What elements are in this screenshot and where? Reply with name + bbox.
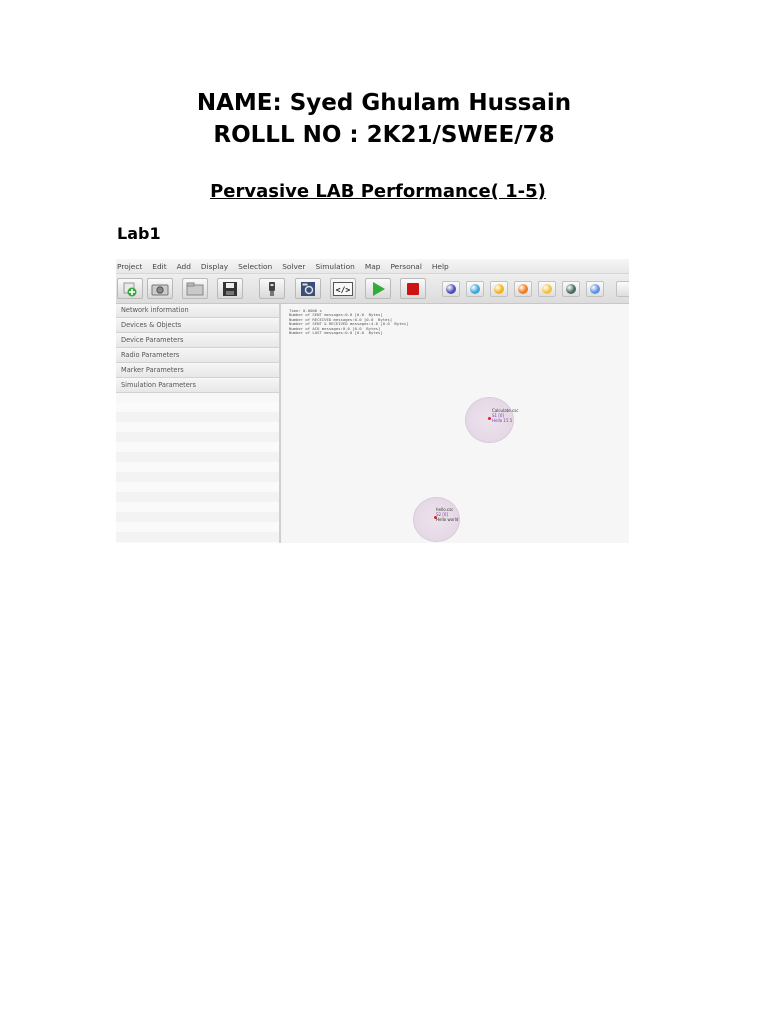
- sidebar-item-simulation-parameters[interactable]: Simulation Parameters: [116, 379, 279, 393]
- camera-icon: [151, 284, 169, 295]
- student-name: NAME: Syed Ghulam Hussain: [196, 90, 572, 116]
- stop-button[interactable]: [400, 278, 426, 299]
- open-button[interactable]: [182, 278, 208, 299]
- code-brackets-icon: </>: [333, 281, 353, 296]
- menu-selection[interactable]: Selection: [238, 262, 272, 271]
- sensor-device-icon: [269, 281, 275, 296]
- menu-solver[interactable]: Solver: [282, 262, 305, 271]
- sparkle-icon: [590, 284, 600, 294]
- sensor-type-6-button[interactable]: [562, 281, 580, 297]
- sidebar-panel: [116, 402, 279, 543]
- sensor-node-label: hello.csc S2 [0] Hello world: [436, 507, 458, 522]
- play-icon: [373, 281, 385, 296]
- code-gear-button[interactable]: [295, 278, 321, 299]
- folder-icon: [186, 282, 204, 295]
- document-subtitle: Pervasive LAB Performance( 1-5): [210, 181, 546, 202]
- sidebar-item-devices-objects[interactable]: Devices & Objects: [116, 319, 279, 333]
- sensor-type-5-button[interactable]: [538, 281, 556, 297]
- sidebar-item-device-parameters[interactable]: Device Parameters: [116, 334, 279, 348]
- roll-number: ROLLL NO : 2K21/SWEE/78: [213, 122, 555, 148]
- sensor-ball-icon: [470, 284, 480, 294]
- menu-simulation[interactable]: Simulation: [315, 262, 354, 271]
- sensor-ball-icon: [446, 284, 456, 294]
- menu-personal[interactable]: Personal: [390, 262, 421, 271]
- menu-map[interactable]: Map: [365, 262, 381, 271]
- sensor-type-1-button[interactable]: [442, 281, 460, 297]
- sensor-device-button[interactable]: [259, 278, 285, 299]
- sidebar-item-marker-parameters[interactable]: Marker Parameters: [116, 364, 279, 378]
- sidebar-item-network-information[interactable]: Network information: [116, 304, 279, 318]
- code-editor-button[interactable]: </>: [330, 278, 356, 299]
- sun-icon: [542, 284, 552, 294]
- code-brackets-label: </>: [336, 285, 351, 294]
- lab-heading: Lab1: [117, 224, 161, 243]
- sensor-node-marker[interactable]: [488, 417, 491, 420]
- save-icon: [223, 281, 237, 296]
- node-message: Hello 15.5: [492, 418, 513, 423]
- menu-edit[interactable]: Edit: [152, 262, 166, 271]
- menu-add[interactable]: Add: [177, 262, 191, 271]
- simulator-screenshot: Project Edit Add Display Selection Solve…: [116, 259, 629, 543]
- sensor-type-2-button[interactable]: [466, 281, 484, 297]
- sidebar: Network information Devices & Objects De…: [116, 304, 281, 543]
- stop-icon: [407, 282, 419, 295]
- sensor-ball-icon: [494, 284, 504, 294]
- save-button[interactable]: [217, 278, 243, 299]
- sensor-node-label: Calculate.csc S1 [0] Hello 15.5: [492, 408, 518, 423]
- more-tools-button[interactable]: [616, 281, 629, 297]
- menu-help[interactable]: Help: [432, 262, 449, 271]
- add-sensor-button[interactable]: [117, 278, 143, 299]
- sensor-type-3-button[interactable]: [490, 281, 508, 297]
- play-button[interactable]: [365, 278, 391, 299]
- node-message: Hello world: [436, 517, 459, 522]
- sidebar-item-radio-parameters[interactable]: Radio Parameters: [116, 349, 279, 363]
- console-line: Number of LOST messages:0.0 [0.0 Bytes]: [289, 330, 383, 336]
- sensor-ball-icon: [518, 284, 528, 294]
- simulation-console: Time: 0.0006 s Number of SENT messages:0.…: [289, 308, 408, 336]
- add-sensor-icon: [123, 282, 137, 296]
- sensor-type-7-button[interactable]: [586, 281, 604, 297]
- menu-bar: Project Edit Add Display Selection Solve…: [116, 259, 629, 274]
- gear-code-icon: [301, 281, 315, 296]
- sensor-type-4-button[interactable]: [514, 281, 532, 297]
- toolbar: </>: [116, 274, 629, 304]
- map-canvas[interactable]: Time: 0.0006 s Number of SENT messages:0.…: [282, 304, 629, 543]
- camera-button[interactable]: [147, 278, 173, 299]
- menu-project[interactable]: Project: [117, 262, 142, 271]
- sensor-ball-icon: [566, 284, 576, 294]
- menu-display[interactable]: Display: [201, 262, 228, 271]
